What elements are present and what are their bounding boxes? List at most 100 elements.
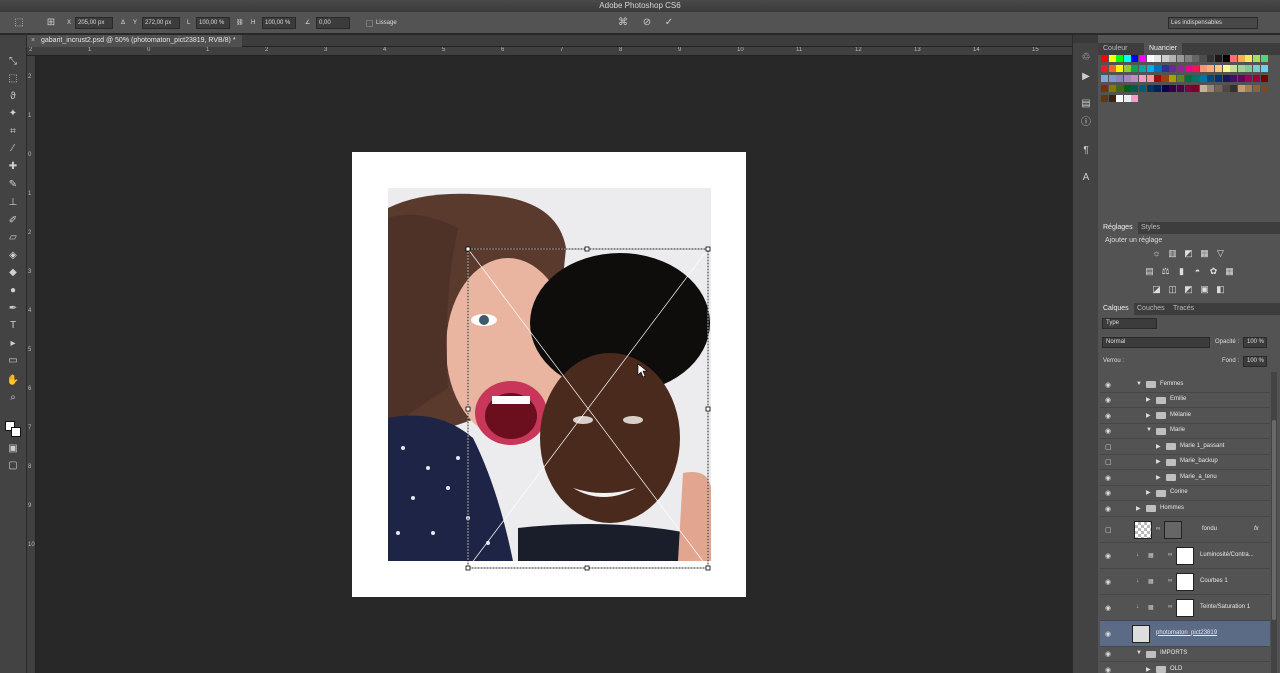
color-swatch[interactable] <box>1207 65 1215 72</box>
tab-swatches[interactable]: Nuancier <box>1144 43 1183 55</box>
tab-color[interactable]: Couleur <box>1098 43 1133 55</box>
eye-icon[interactable]: ◉ <box>1105 552 1111 560</box>
adjustment-icon[interactable]: ▥ <box>1167 248 1178 258</box>
mask-link-icon[interactable]: ∞ <box>1168 578 1172 584</box>
color-swatch[interactable] <box>1116 55 1124 62</box>
color-swatch[interactable] <box>1108 95 1116 102</box>
layer-row[interactable]: ◉ ▼ IMPORTS <box>1100 647 1270 662</box>
color-swatch[interactable] <box>1146 65 1154 72</box>
color-swatch[interactable] <box>1154 75 1162 82</box>
color-swatch[interactable] <box>1177 55 1184 62</box>
color-swatch[interactable] <box>1245 55 1253 62</box>
actions-panel-icon[interactable]: ▶ <box>1079 70 1093 84</box>
color-swatch[interactable] <box>1253 85 1260 92</box>
color-swatch[interactable] <box>1169 75 1177 82</box>
color-swatch[interactable] <box>1222 85 1230 92</box>
tab-adjustments[interactable]: Réglages <box>1098 222 1138 234</box>
color-swatch[interactable] <box>1230 75 1238 82</box>
color-swatch[interactable] <box>1260 65 1268 72</box>
eye-icon[interactable]: ◉ <box>1105 650 1111 658</box>
caret-down-icon[interactable]: ▼ <box>1136 381 1142 387</box>
color-swatch[interactable] <box>1237 85 1245 92</box>
eye-hidden-icon[interactable]: ▢ <box>1105 458 1112 466</box>
color-swatch[interactable] <box>1146 55 1154 62</box>
tab-styles[interactable]: Styles <box>1136 222 1165 234</box>
history-panel-icon[interactable]: ♲ <box>1079 51 1093 65</box>
color-swatch[interactable] <box>1245 85 1253 92</box>
color-swatch[interactable] <box>1260 55 1268 62</box>
color-swatch[interactable] <box>1253 75 1260 82</box>
adjustment-icon[interactable]: ▦ <box>1224 266 1235 276</box>
color-swatch[interactable] <box>1169 85 1177 92</box>
eye-icon[interactable]: ◉ <box>1105 666 1111 673</box>
caret-right-icon[interactable]: ▶ <box>1156 443 1161 450</box>
info-panel-icon[interactable]: ⓘ <box>1079 116 1093 130</box>
color-swatch[interactable] <box>1192 55 1200 62</box>
tab-layers[interactable]: Calques <box>1098 303 1134 315</box>
eye-icon[interactable]: ◉ <box>1105 578 1111 586</box>
layer-row[interactable]: ◉ ▼ Marie <box>1100 424 1270 439</box>
adjustment-icon[interactable]: ◪ <box>1151 284 1162 294</box>
layer-row[interactable]: ◉ ▶ Mélanie <box>1100 408 1270 424</box>
color-swatch[interactable] <box>1169 65 1177 72</box>
paragraph-panel-icon[interactable]: ¶ <box>1079 144 1093 158</box>
layer-row[interactable]: ▢ ▶ Marie_backup <box>1100 455 1270 470</box>
color-swatch[interactable] <box>1207 85 1215 92</box>
color-swatch[interactable] <box>1230 65 1238 72</box>
caret-right-icon[interactable]: ▶ <box>1146 396 1151 403</box>
color-swatch[interactable] <box>1260 85 1268 92</box>
eye-icon[interactable]: ◉ <box>1105 604 1111 612</box>
color-swatch[interactable] <box>1161 65 1169 72</box>
color-swatch[interactable] <box>1101 65 1108 72</box>
adjustment-icon[interactable]: ✿ <box>1208 266 1219 276</box>
color-swatch[interactable] <box>1260 75 1268 82</box>
caret-right-icon[interactable]: ▶ <box>1156 474 1161 481</box>
layer-row[interactable]: ◉ ▶ Corine <box>1100 486 1270 501</box>
eye-icon[interactable]: ◉ <box>1105 412 1111 420</box>
color-swatch[interactable] <box>1253 55 1260 62</box>
color-swatch[interactable] <box>1139 55 1146 62</box>
adjustment-icon[interactable]: ◩ <box>1183 248 1194 258</box>
caret-right-icon[interactable]: ▶ <box>1156 458 1161 465</box>
color-swatch[interactable] <box>1101 75 1108 82</box>
color-swatch[interactable] <box>1215 75 1222 82</box>
eye-icon[interactable]: ◉ <box>1105 427 1111 435</box>
color-swatch[interactable] <box>1108 55 1116 62</box>
caret-right-icon[interactable]: ▶ <box>1146 412 1151 419</box>
color-swatch[interactable] <box>1237 65 1245 72</box>
adjustment-icon[interactable]: ◧ <box>1215 284 1226 294</box>
layer-fx-badge[interactable]: fx <box>1254 526 1259 532</box>
color-swatch[interactable] <box>1116 95 1124 102</box>
color-swatch[interactable] <box>1184 85 1192 92</box>
color-swatch[interactable] <box>1222 75 1230 82</box>
color-swatch[interactable] <box>1139 65 1146 72</box>
color-swatch[interactable] <box>1101 55 1108 62</box>
color-swatch[interactable] <box>1123 85 1131 92</box>
color-swatch[interactable] <box>1215 55 1222 62</box>
adjustment-icon[interactable]: ▦ <box>1199 248 1210 258</box>
color-swatch[interactable] <box>1184 65 1192 72</box>
adjustment-icon[interactable]: ▮ <box>1176 266 1187 276</box>
color-swatch[interactable] <box>1154 65 1162 72</box>
color-swatch[interactable] <box>1222 55 1230 62</box>
color-swatch[interactable] <box>1108 85 1116 92</box>
color-swatch[interactable] <box>1169 55 1177 62</box>
eye-hidden-icon[interactable]: ▢ <box>1105 526 1112 534</box>
color-swatch[interactable] <box>1146 85 1154 92</box>
color-swatch[interactable] <box>1146 75 1154 82</box>
color-swatch[interactable] <box>1192 85 1200 92</box>
layer-row[interactable]: ◉↓photomaton_pict23819 <box>1100 620 1270 647</box>
adjustment-icon[interactable]: ◓ <box>1192 266 1203 276</box>
color-swatch[interactable] <box>1177 65 1184 72</box>
fill-field[interactable]: 100 % <box>1243 356 1267 367</box>
properties-panel-icon[interactable]: ▤ <box>1079 97 1093 111</box>
eye-icon[interactable]: ◉ <box>1105 505 1111 513</box>
color-swatch[interactable] <box>1139 85 1146 92</box>
adjustment-icon[interactable]: ☼ <box>1151 248 1162 258</box>
layer-row[interactable]: ◉ ▶ Emilie <box>1100 393 1270 408</box>
eye-icon[interactable]: ◉ <box>1105 489 1111 497</box>
color-swatch[interactable] <box>1101 85 1108 92</box>
caret-right-icon[interactable]: ▶ <box>1146 489 1151 496</box>
eye-hidden-icon[interactable]: ▢ <box>1105 443 1112 451</box>
color-swatch[interactable] <box>1245 65 1253 72</box>
